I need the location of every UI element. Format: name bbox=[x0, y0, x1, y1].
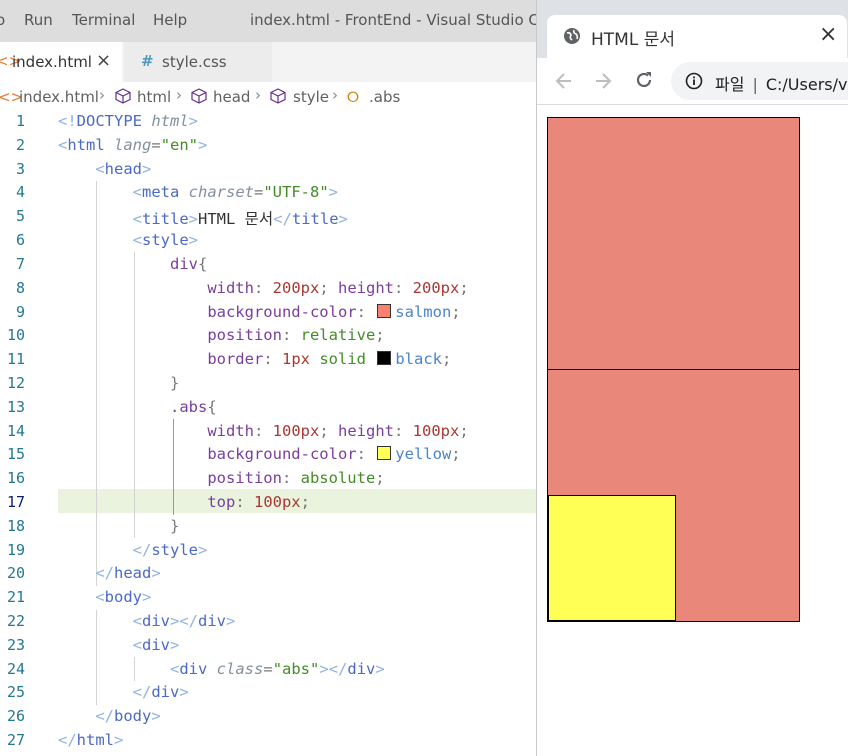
breadcrumb: <> index.html › html › head › style › ⭘ … bbox=[0, 82, 536, 112]
tab-label: index.html bbox=[12, 53, 92, 71]
code-line: 8 width: 200px; height: 200px; bbox=[15, 279, 469, 297]
yellow-abs-div bbox=[548, 495, 676, 621]
title-bar: o Run Terminal Help index.html - FrontEn… bbox=[0, 0, 536, 42]
color-swatch-salmon[interactable] bbox=[377, 304, 392, 318]
css-selector-icon: ⭘ bbox=[347, 88, 360, 106]
code-line: 5 <title>HTML 문서</title> bbox=[15, 207, 348, 228]
omnibox-label: 파일 bbox=[715, 75, 745, 94]
code-line: 22 <div></div> bbox=[6, 612, 236, 630]
code-line: 7 div{ bbox=[15, 255, 208, 273]
code-line: 24 <div class="abs"></div> bbox=[6, 660, 385, 678]
tab-style-css[interactable]: # style.css bbox=[124, 42, 272, 82]
address-bar-text: 파일 | C:/Users/v bbox=[715, 75, 848, 94]
tab-label: style.css bbox=[162, 53, 227, 71]
code-editor[interactable]: 1 <!DOCTYPE html> 2 <html lang="en"> 3 <he… bbox=[0, 110, 536, 756]
window-title: index.html - FrontEnd - Visual Studio Co… bbox=[250, 11, 536, 29]
css-hash-icon: # bbox=[141, 52, 154, 70]
browser-toolbar: 파일 | C:/Users/v bbox=[537, 58, 848, 105]
breadcrumb-item-style[interactable]: style bbox=[293, 88, 329, 106]
browser-tab-title: HTML 문서 bbox=[591, 30, 675, 50]
code-line: 26 </body> bbox=[6, 707, 161, 725]
color-swatch-black[interactable] bbox=[377, 351, 392, 365]
forward-arrow-icon[interactable] bbox=[592, 70, 614, 96]
menu-run[interactable]: Run bbox=[24, 11, 53, 29]
code-line: 6 <style> bbox=[15, 231, 199, 249]
code-line: 10 position: relative; bbox=[6, 326, 385, 344]
info-icon[interactable] bbox=[685, 72, 703, 94]
code-line: 16 position: absolute; bbox=[6, 469, 385, 487]
code-line: 1 <!DOCTYPE html> bbox=[15, 112, 199, 130]
chevron-right-icon: › bbox=[99, 86, 105, 104]
menu-go[interactable]: o bbox=[0, 11, 5, 29]
code-line: 21 <body> bbox=[6, 588, 152, 606]
browser-title-strip bbox=[537, 0, 848, 15]
breadcrumb-item-file[interactable]: index.html bbox=[19, 88, 99, 106]
browser-tab-bar: HTML 문서 × bbox=[537, 15, 848, 58]
color-swatch-yellow[interactable] bbox=[377, 446, 392, 460]
tab-index-html[interactable]: <> index.html × bbox=[0, 42, 122, 82]
code-line: 25 </div> bbox=[6, 683, 189, 701]
breadcrumb-item-html[interactable]: html bbox=[137, 88, 171, 106]
address-bar[interactable]: 파일 | C:/Users/v bbox=[671, 62, 848, 100]
code-line: 12 } bbox=[6, 374, 180, 392]
cube-icon bbox=[191, 88, 207, 108]
menu-terminal[interactable]: Terminal bbox=[72, 11, 135, 29]
chevron-right-icon: › bbox=[176, 86, 182, 104]
salmon-div-second bbox=[547, 369, 800, 622]
code-line: 9 background-color: salmon; bbox=[15, 303, 461, 321]
close-icon[interactable]: × bbox=[96, 50, 111, 71]
browser-tab[interactable]: HTML 문서 × bbox=[547, 15, 847, 58]
back-arrow-icon[interactable] bbox=[553, 70, 575, 96]
code-line-current: 17 top: 100px; bbox=[6, 493, 310, 511]
breadcrumb-item-head[interactable]: head bbox=[213, 88, 250, 106]
editor-tab-bar: <> index.html × # style.css bbox=[0, 42, 536, 82]
close-icon[interactable]: × bbox=[819, 22, 837, 47]
vscode-window: o Run Terminal Help index.html - FrontEn… bbox=[0, 0, 536, 756]
cube-icon bbox=[270, 88, 286, 108]
code-line: 27 </html> bbox=[6, 731, 124, 749]
salmon-div-first bbox=[547, 117, 800, 370]
globe-icon bbox=[563, 27, 581, 49]
code-line: 20 </head> bbox=[6, 564, 161, 582]
code-line: 14 width: 100px; height: 100px; bbox=[6, 422, 469, 440]
code-line: 11 border: 1px solid black; bbox=[6, 350, 452, 368]
code-line: 4 <meta charset="UTF-8"> bbox=[15, 183, 339, 201]
code-line: 18 } bbox=[6, 517, 180, 535]
cube-icon bbox=[115, 88, 131, 108]
code-line: 3 <head> bbox=[15, 160, 152, 178]
code-line: 13 .abs{ bbox=[6, 398, 217, 416]
code-line: 19 </style> bbox=[6, 541, 208, 559]
page-viewport bbox=[537, 105, 848, 756]
menu-help[interactable]: Help bbox=[153, 11, 187, 29]
code-line: 15 background-color: yellow; bbox=[6, 445, 461, 463]
reload-icon[interactable] bbox=[633, 69, 655, 95]
chevron-right-icon: › bbox=[332, 86, 338, 104]
breadcrumb-item-abs[interactable]: .abs bbox=[369, 88, 400, 106]
browser-window: HTML 문서 × 파일 | C:/Users/v bbox=[536, 0, 848, 756]
code-line: 23 <div> bbox=[6, 636, 180, 654]
code-line: 2 <html lang="en"> bbox=[15, 136, 208, 154]
chevron-right-icon: › bbox=[255, 86, 261, 104]
omnibox-url: C:/Users/v bbox=[765, 75, 848, 94]
